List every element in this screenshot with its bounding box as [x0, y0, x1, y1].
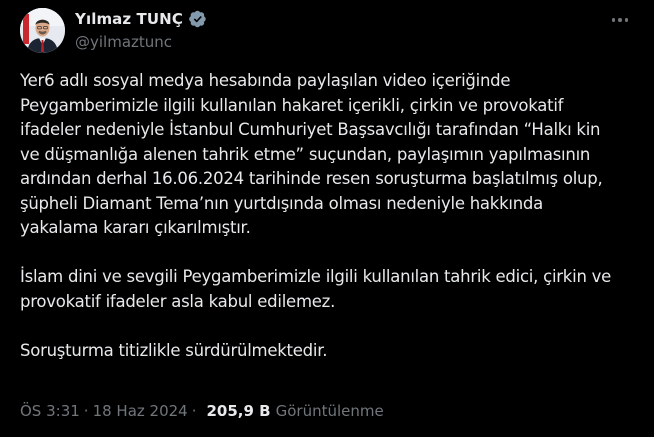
tweet-meta: ÖS 3:31 · 18 Haz 2024 · 205,9 B Görüntül…: [20, 402, 384, 420]
more-dot-icon: [624, 18, 629, 22]
author-name-row: Yılmaz TUNÇ: [75, 10, 207, 28]
tweet-line: ifadeler nedeniyle İstanbul Cumhuriyet B…: [20, 120, 601, 139]
views-label: Görüntülenme: [275, 402, 384, 420]
avatar-image: [20, 8, 65, 53]
avatar[interactable]: [20, 8, 65, 53]
tweet-paragraph: Yer6 adlı sosyal medya hesabında paylaşı…: [20, 69, 640, 241]
more-dot-icon: [618, 18, 622, 22]
tweet-line: Yer6 adlı sosyal medya hesabında paylaşı…: [20, 71, 511, 90]
tweet-line: şüpheli Diamant Tema’nın yurtdışında olm…: [20, 193, 544, 213]
tweet-line: yakalama kararı çıkarılmıştır.: [20, 218, 251, 237]
tweet: Yılmaz TUNÇ @yilmaztunc Yer6 adlı sosyal…: [0, 0, 654, 437]
tweet-paragraph: Soruşturma titizlikle sürdürülmektedir.: [20, 339, 640, 364]
tweet-text: Yer6 adlı sosyal medya hesabında paylaşı…: [20, 69, 640, 363]
tweet-line: Peygamberimizle ilgili kullanılan hakare…: [20, 95, 564, 115]
more-options-button[interactable]: [608, 11, 632, 29]
tweet-line: Soruşturma titizlikle sürdürülmektedir.: [20, 340, 328, 360]
more-dot-icon: [611, 18, 616, 22]
tweet-date[interactable]: 18 Haz 2024: [93, 402, 188, 420]
meta-separator: ·: [191, 402, 197, 420]
tweet-time[interactable]: ÖS 3:31: [20, 402, 80, 420]
verified-badge-icon[interactable]: [189, 10, 207, 28]
tweet-line: ve düşmanlığa alenen tahrik etme” suçund…: [20, 144, 591, 164]
author-handle[interactable]: @yilmaztunc: [75, 33, 172, 51]
tweet-paragraph: İslam dini ve sevgili Peygamberimizle il…: [20, 265, 640, 314]
tweet-line: İslam dini ve sevgili Peygamberimizle il…: [20, 267, 612, 286]
tweet-line: ardından derhal 16.06.2024 tarihinde res…: [20, 169, 603, 188]
author-display-name[interactable]: Yılmaz TUNÇ: [75, 10, 183, 28]
meta-separator: ·: [83, 402, 89, 420]
views-count[interactable]: 205,9 B: [207, 402, 271, 420]
tweet-line: provokatif ifadeler asla kabul edilemez.: [20, 291, 336, 311]
